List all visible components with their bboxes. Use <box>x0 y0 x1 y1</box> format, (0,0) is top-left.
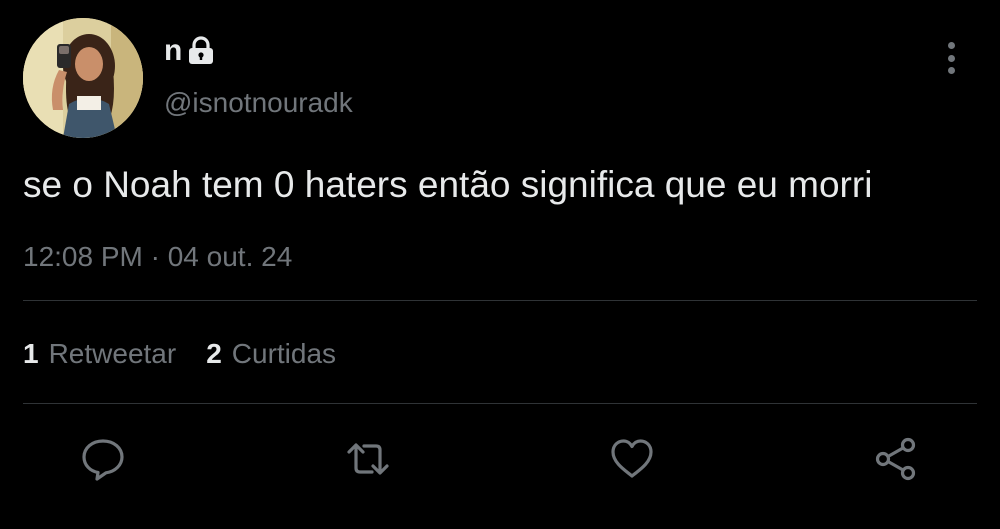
share-button[interactable] <box>871 434 921 484</box>
more-dot-icon <box>947 42 955 49</box>
display-name[interactable]: n <box>164 34 182 68</box>
tweet-stats: 1 Retweetar 2 Curtidas <box>23 335 336 373</box>
like-stat[interactable]: 2 Curtidas <box>206 335 336 373</box>
more-dot-icon <box>947 54 955 62</box>
like-count: 2 <box>206 338 222 369</box>
retweet-stat[interactable]: 1 Retweetar <box>23 335 176 373</box>
share-icon <box>875 437 916 481</box>
tweet-timestamp[interactable]: 12:08 PM · 04 out. 24 <box>23 238 292 276</box>
reply-icon <box>82 439 124 481</box>
like-button[interactable] <box>607 434 657 484</box>
reply-button[interactable] <box>78 434 128 484</box>
tweet-detail: n @isnotnouradk se o Noah tem 0 haters e… <box>0 0 1000 529</box>
retweet-count: 1 <box>23 338 39 369</box>
retweet-icon <box>347 443 389 475</box>
like-label: Curtidas <box>231 338 337 369</box>
tweet-text: se o Noah tem 0 haters então significa q… <box>23 164 873 205</box>
retweet-button[interactable] <box>343 434 393 484</box>
more-dot-icon <box>947 67 955 74</box>
avatar[interactable] <box>23 18 143 138</box>
author-name-row: n <box>164 34 214 68</box>
more-options-button[interactable] <box>936 40 966 76</box>
avatar-image <box>23 18 143 138</box>
user-handle[interactable]: @isnotnouradk <box>164 86 353 120</box>
heart-icon <box>611 439 653 478</box>
divider <box>23 403 977 404</box>
lock-icon <box>188 36 214 66</box>
divider <box>23 300 977 301</box>
retweet-label: Retweetar <box>48 338 177 369</box>
